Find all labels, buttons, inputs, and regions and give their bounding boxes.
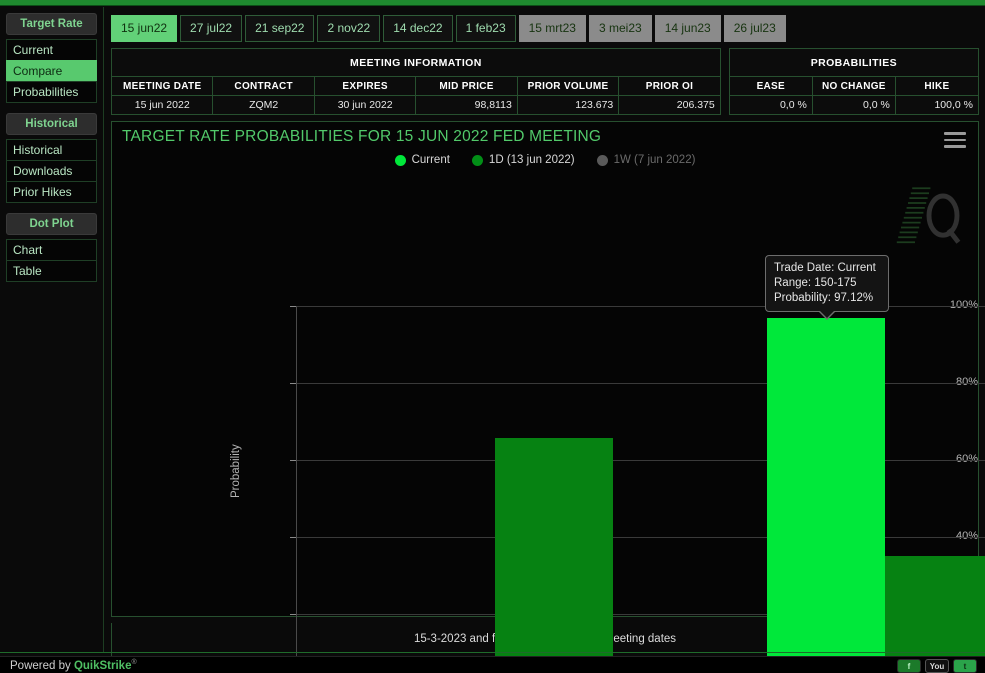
col-mid-price: MID PRICE — [416, 77, 517, 96]
y-axis-label: Probability — [230, 444, 242, 498]
meeting-information-table: MEETING INFORMATION MEETING DATE CONTRAC… — [111, 48, 721, 115]
legend-dot-1w — [597, 155, 608, 166]
cell-no-change: 0,0 % — [812, 96, 895, 115]
brand-name: QuikStrike — [74, 660, 132, 672]
sidebar-group-historical: Historical Historical Downloads Prior Hi… — [6, 113, 97, 203]
tab-15-jun22[interactable]: 15 jun22 — [111, 15, 177, 42]
bar-current-150-175[interactable] — [767, 318, 885, 673]
table-row: 0,0 % 0,0 % 100,0 % — [729, 96, 978, 115]
legend-label-1w: 1W (7 jun 2022) — [614, 154, 696, 166]
col-contract: CONTRACT — [213, 77, 314, 96]
cell-meeting-date: 15 jun 2022 — [112, 96, 213, 115]
table-header-row: MEETING DATE CONTRACT EXPIRES MID PRICE … — [112, 77, 721, 96]
probabilities-table: PROBABILITIES EASE NO CHANGE HIKE 0,0 % … — [729, 48, 979, 115]
cell-prior-oi: 206.375 — [619, 96, 720, 115]
sidebar-group-title-target-rate: Target Rate — [6, 13, 97, 35]
plot-area — [297, 306, 985, 673]
tab-26-jul23[interactable]: 26 jul23 — [724, 15, 786, 42]
tab-2-nov22[interactable]: 2 nov22 — [317, 15, 380, 42]
col-prior-oi: PRIOR OI — [619, 77, 720, 96]
col-no-change: NO CHANGE — [812, 77, 895, 96]
sidebar-item-table[interactable]: Table — [6, 260, 97, 282]
tab-27-jul22[interactable]: 27 jul22 — [180, 15, 242, 42]
sidebar-spacer-1 — [6, 103, 97, 113]
table-header-row: EASE NO CHANGE HIKE — [729, 77, 978, 96]
col-hike: HIKE — [895, 77, 978, 96]
legend-label-1d: 1D (13 jun 2022) — [489, 154, 575, 166]
tooltip-probability: Probability: 97.12% — [774, 291, 880, 306]
facebook-icon[interactable]: f — [897, 659, 921, 673]
cell-mid-price: 98,8113 — [416, 96, 517, 115]
meeting-date-tabs: 15 jun22 27 jul22 21 sep22 2 nov22 14 de… — [111, 15, 981, 42]
col-expires: EXPIRES — [314, 77, 415, 96]
youtube-icon[interactable]: You — [925, 659, 949, 673]
tab-14-jun23[interactable]: 14 jun23 — [655, 15, 721, 42]
tab-1-feb23[interactable]: 1 feb23 — [456, 15, 516, 42]
col-meeting-date: MEETING DATE — [112, 77, 213, 96]
tab-15-mrt23[interactable]: 15 mrt23 — [519, 15, 586, 42]
sidebar-item-chart[interactable]: Chart — [6, 239, 97, 261]
bar-1d-125-150[interactable] — [495, 438, 613, 673]
quikstrike-watermark-icon — [894, 182, 964, 252]
chart-title: TARGET RATE PROBABILITIES FOR 15 JUN 202… — [122, 128, 601, 146]
probabilities-caption: PROBABILITIES — [729, 49, 978, 77]
bottom-divider — [0, 652, 985, 653]
tab-14-dec22[interactable]: 14 dec22 — [383, 15, 452, 42]
top-accent-bar — [0, 0, 985, 6]
chart-panel: TARGET RATE PROBABILITIES FOR 15 JUN 202… — [111, 121, 979, 617]
cell-ease: 0,0 % — [729, 96, 812, 115]
sidebar-group-target-rate: Target Rate Current Compare Probabilitie… — [6, 13, 97, 103]
sidebar-item-current[interactable]: Current — [6, 39, 97, 61]
cell-expires: 30 jun 2022 — [314, 96, 415, 115]
sidebar-group-title-dot-plot: Dot Plot — [6, 213, 97, 235]
legend-label-current: Current — [412, 154, 450, 166]
powered-by-prefix: Powered by — [10, 660, 74, 672]
table-caption-row: PROBABILITIES — [729, 49, 978, 77]
powered-by-label: Powered by QuikStrike® — [10, 659, 137, 672]
cell-prior-volume: 123.673 — [517, 96, 618, 115]
chart-legend: Current 1D (13 jun 2022) 1W (7 jun 2022) — [112, 154, 978, 166]
sidebar-item-historical[interactable]: Historical — [6, 139, 97, 161]
legend-dot-1d — [472, 155, 483, 166]
footer-bar: Powered by QuikStrike® f You t — [0, 656, 985, 673]
sidebar-spacer-2 — [6, 203, 97, 213]
info-tables-row: MEETING INFORMATION MEETING DATE CONTRAC… — [111, 48, 979, 115]
legend-item-current[interactable]: Current — [395, 154, 450, 166]
tooltip-range: Range: 150-175 — [774, 276, 880, 291]
legend-item-1d[interactable]: 1D (13 jun 2022) — [472, 154, 575, 166]
sidebar-item-compare[interactable]: Compare — [6, 60, 97, 82]
sidebar-item-prior-hikes[interactable]: Prior Hikes — [6, 181, 97, 203]
table-row: 15 jun 2022 ZQM2 30 jun 2022 98,8113 123… — [112, 96, 721, 115]
sidebar: Target Rate Current Compare Probabilitie… — [0, 7, 104, 652]
cell-contract: ZQM2 — [213, 96, 314, 115]
legend-dot-current — [395, 155, 406, 166]
tab-21-sep22[interactable]: 21 sep22 — [245, 15, 314, 42]
tab-3-mei23[interactable]: 3 mei23 — [589, 15, 652, 42]
cell-hike: 100,0 % — [895, 96, 978, 115]
application-window: Target Rate Current Compare Probabilitie… — [0, 0, 985, 673]
sidebar-item-probabilities[interactable]: Probabilities — [6, 81, 97, 103]
legend-item-1w[interactable]: 1W (7 jun 2022) — [597, 154, 696, 166]
sidebar-group-dot-plot: Dot Plot Chart Table — [6, 213, 97, 282]
meeting-information-caption: MEETING INFORMATION — [112, 49, 721, 77]
col-ease: EASE — [729, 77, 812, 96]
social-links: f You t — [897, 659, 977, 673]
sidebar-item-downloads[interactable]: Downloads — [6, 160, 97, 182]
col-prior-volume: PRIOR VOLUME — [517, 77, 618, 96]
twitter-icon[interactable]: t — [953, 659, 977, 673]
table-caption-row: MEETING INFORMATION — [112, 49, 721, 77]
sidebar-group-title-historical: Historical — [6, 113, 97, 135]
hamburger-menu-icon[interactable] — [944, 132, 966, 148]
tooltip-trade-date: Trade Date: Current — [774, 261, 880, 276]
chart-tooltip: Trade Date: Current Range: 150-175 Proba… — [765, 255, 889, 312]
main-content: 15 jun22 27 jul22 21 sep22 2 nov22 14 de… — [105, 7, 985, 652]
trademark-symbol: ® — [131, 659, 136, 666]
